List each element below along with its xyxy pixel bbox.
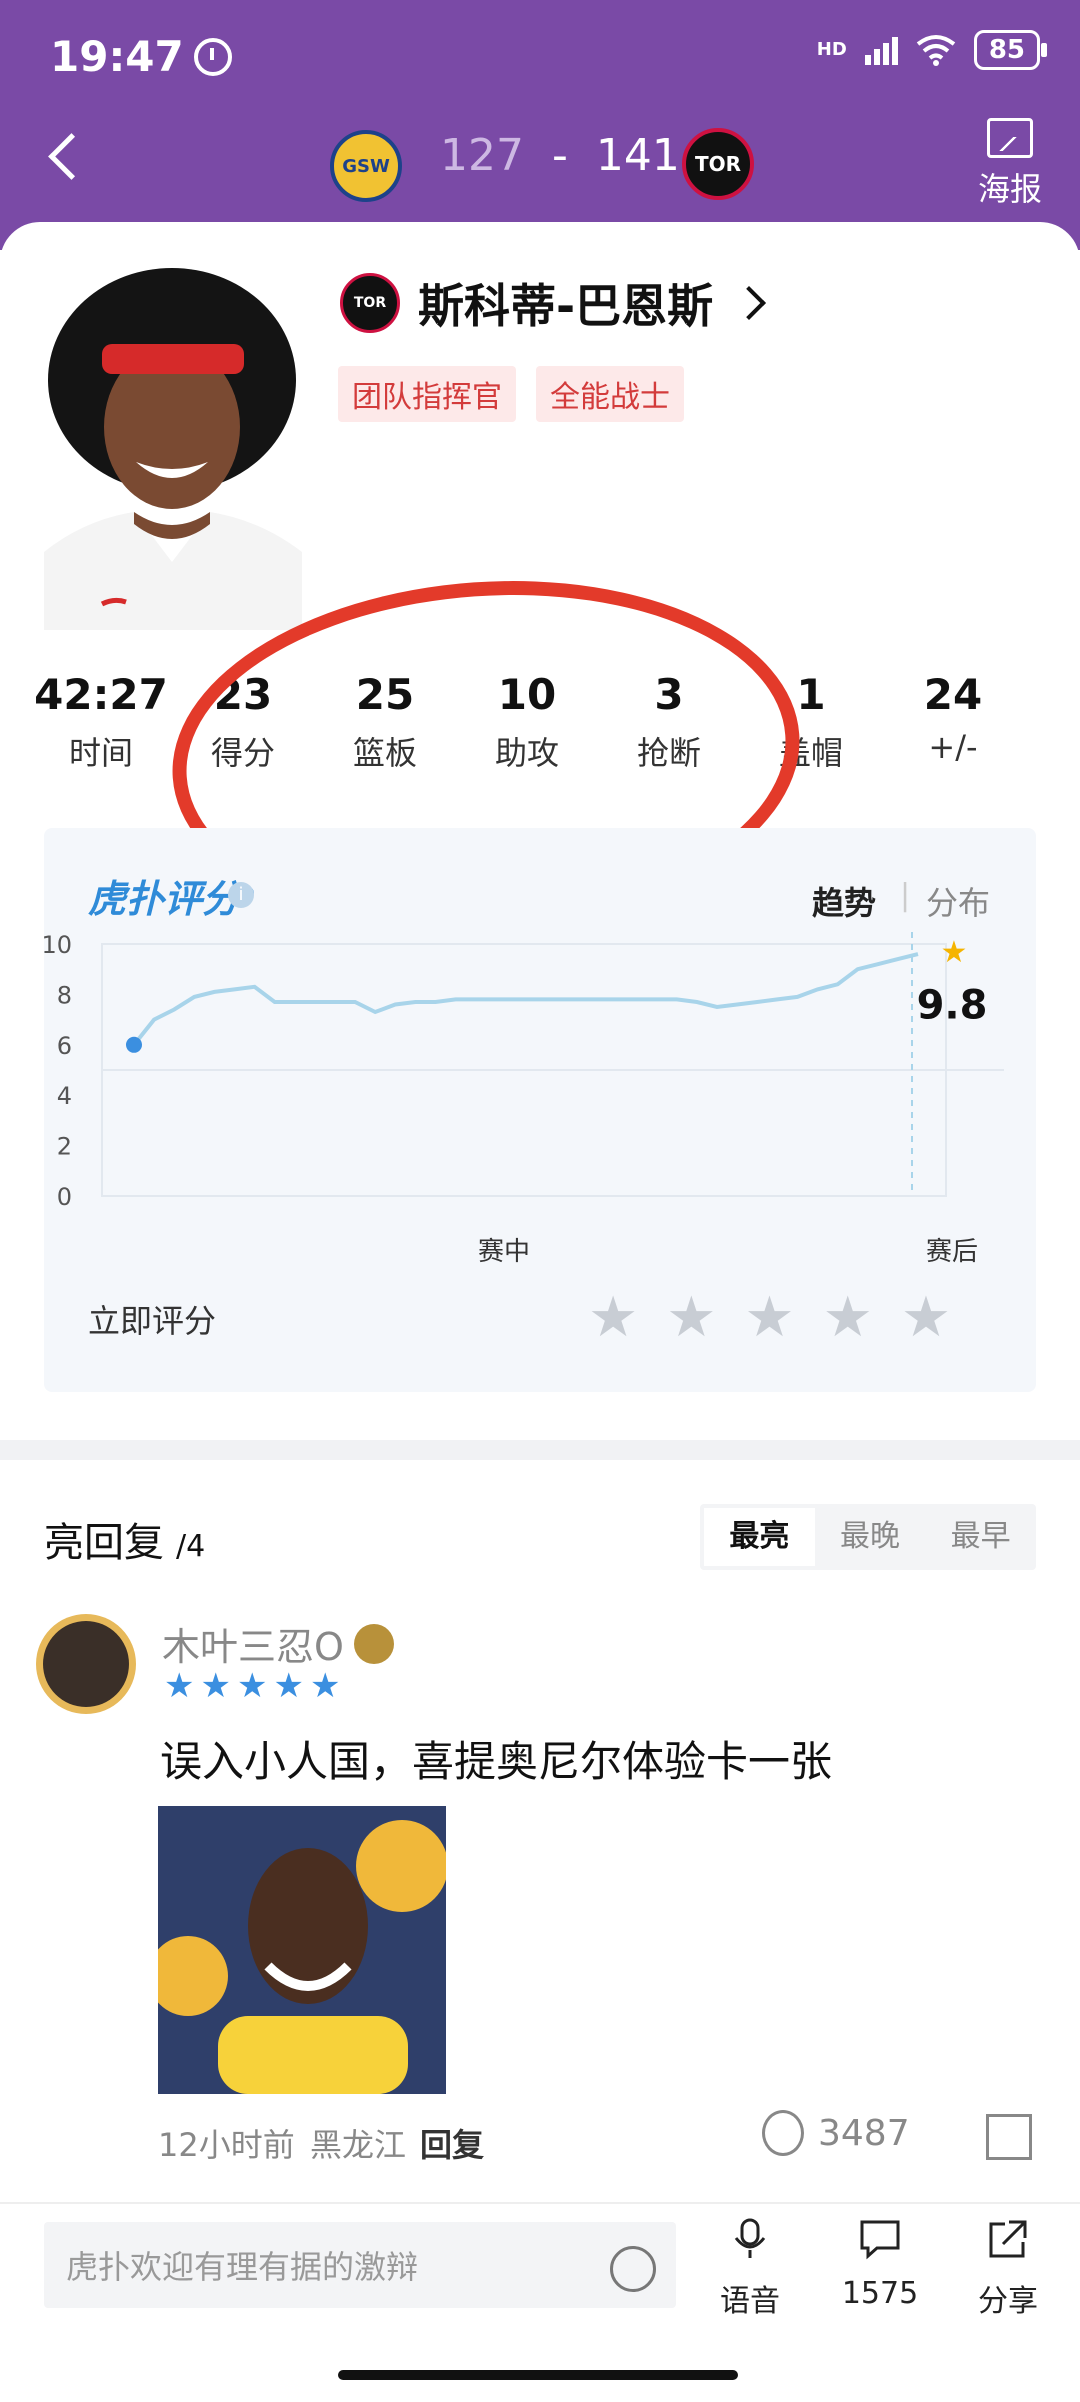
rating-logo-text: 虎扑评分	[88, 877, 241, 921]
clock-text: 19:47	[50, 32, 184, 81]
player-tag[interactable]: 全能战士	[536, 366, 684, 422]
badge-icon	[353, 1623, 394, 1664]
comment-count: 1575	[841, 2276, 919, 2311]
reply-time: 12小时前	[158, 2126, 295, 2164]
comment-icon	[860, 2220, 900, 2260]
reply-rating: ★ ★ ★ ★ ★	[164, 1668, 340, 1704]
reply-button[interactable]: 回复	[420, 2120, 484, 2166]
replies-title-text: 亮回复	[44, 1520, 164, 1566]
rating-trend-chart: 0 2 4 6 8 10 ★ 9.8 赛中 赛后	[44, 931, 1004, 1267]
away-score: 127	[440, 130, 524, 181]
player-photo	[44, 262, 302, 630]
sort-tab-earliest[interactable]: 最早	[925, 1508, 1036, 1566]
tab-separator: |	[900, 878, 911, 913]
voice-button[interactable]: 语音	[700, 2218, 800, 2320]
rate-star-3[interactable]: ★	[744, 1290, 794, 1346]
stat-label: +/-	[928, 728, 978, 766]
y-tick-label: 4	[57, 1082, 72, 1110]
rate-star-2[interactable]: ★	[666, 1290, 716, 1346]
away-team-logo[interactable]: GSW	[330, 130, 402, 202]
reply-image[interactable]	[158, 1806, 446, 2094]
home-team-logo[interactable]: TOR	[682, 128, 754, 200]
comment-input[interactable]: 虎扑欢迎有理有据的激辩	[44, 2222, 676, 2308]
y-tick-label: 6	[57, 1032, 72, 1060]
star-icon: ★	[273, 1666, 304, 1706]
chevron-right-icon	[732, 286, 767, 320]
hd-label: HD	[816, 39, 847, 60]
reply-location: 黑龙江	[310, 2126, 407, 2164]
team-logo-icon: TOR	[340, 273, 400, 333]
replies-title: 亮回复/4	[44, 1510, 205, 1568]
star-icon: ★	[236, 1666, 268, 1706]
info-icon[interactable]: i	[228, 882, 254, 908]
score-separator: -	[551, 130, 568, 181]
player-name: 斯科蒂-巴恩斯	[418, 279, 714, 333]
stat-label: 时间	[68, 734, 133, 772]
reply-share-icon[interactable]	[986, 2114, 1032, 2160]
star-icon: ★	[941, 935, 968, 970]
wifi-icon	[916, 35, 956, 66]
star-icon: ★	[309, 1666, 341, 1706]
stat-value: 42:27	[34, 670, 168, 719]
star-icon: ★	[164, 1666, 195, 1706]
rate-star-4[interactable]: ★	[823, 1290, 873, 1346]
player-name-link[interactable]: TOR 斯科蒂-巴恩斯	[340, 270, 767, 336]
replies-count: /4	[176, 1529, 206, 1564]
status-bar: 19:47 HD 85	[0, 0, 1080, 115]
microphone-icon	[734, 2218, 766, 2258]
stat-minutes: 42:27 时间	[30, 670, 172, 774]
y-tick-label: 8	[57, 981, 72, 1009]
trend-line	[132, 952, 919, 1047]
final-rating-value: 9.8	[917, 982, 988, 1028]
status-time: 19:47	[50, 32, 232, 81]
poster-button[interactable]: 海报	[970, 118, 1050, 210]
avatar[interactable]	[36, 1614, 136, 1714]
rate-star-1[interactable]: ★	[588, 1290, 638, 1346]
share-button[interactable]: 分享	[958, 2218, 1058, 2320]
scoreboard: 127 - 141	[440, 130, 680, 181]
reply-text: 误入小人国，喜提奥尼尔体验卡一张	[160, 1737, 833, 1786]
x-tick-mid: 赛中	[478, 1237, 530, 1267]
battery-indicator: 85	[973, 30, 1048, 70]
image-icon	[987, 118, 1033, 158]
star-rating-input[interactable]: ★ ★ ★ ★ ★	[588, 1290, 951, 1346]
y-tick-label: 10	[44, 931, 72, 959]
start-point	[126, 1036, 142, 1053]
signal-icon	[864, 35, 898, 65]
share-icon	[989, 2220, 1027, 2258]
poster-label: 海报	[977, 170, 1042, 208]
stat-value: 24	[923, 670, 983, 719]
star-icon: ★	[200, 1666, 231, 1706]
comments-button[interactable]: 1575	[830, 2218, 930, 2311]
status-right: HD 85	[816, 30, 1048, 70]
x-tick-end: 赛后	[926, 1237, 978, 1267]
home-score: 141	[595, 130, 680, 181]
light-button[interactable]: 3487	[762, 2110, 910, 2156]
username-text: 木叶三忍O	[162, 1625, 344, 1669]
light-count: 3487	[818, 2112, 910, 2154]
y-tick-label: 2	[57, 1133, 72, 1161]
voice-label: 语音	[720, 2284, 780, 2319]
rate-now-label: 立即评分	[88, 1302, 217, 1340]
sort-tab-latest[interactable]: 最晚	[815, 1508, 926, 1566]
emoji-icon[interactable]	[610, 2246, 656, 2292]
sort-tabs: 最亮 最晚 最早	[700, 1504, 1036, 1570]
sort-tab-brightest[interactable]: 最亮	[704, 1508, 815, 1566]
alarm-icon	[193, 37, 232, 76]
home-indicator	[338, 2370, 738, 2380]
stat-plus-minus: 24 +/-	[882, 670, 1024, 774]
section-divider	[0, 1440, 1080, 1460]
reply-username[interactable]: 木叶三忍O	[162, 1616, 394, 1671]
lightning-icon	[762, 2110, 804, 2156]
y-tick-label: 0	[57, 1183, 72, 1211]
player-tag[interactable]: 团队指挥官	[338, 366, 516, 422]
share-label: 分享	[978, 2284, 1038, 2319]
rate-star-5[interactable]: ★	[901, 1290, 951, 1346]
